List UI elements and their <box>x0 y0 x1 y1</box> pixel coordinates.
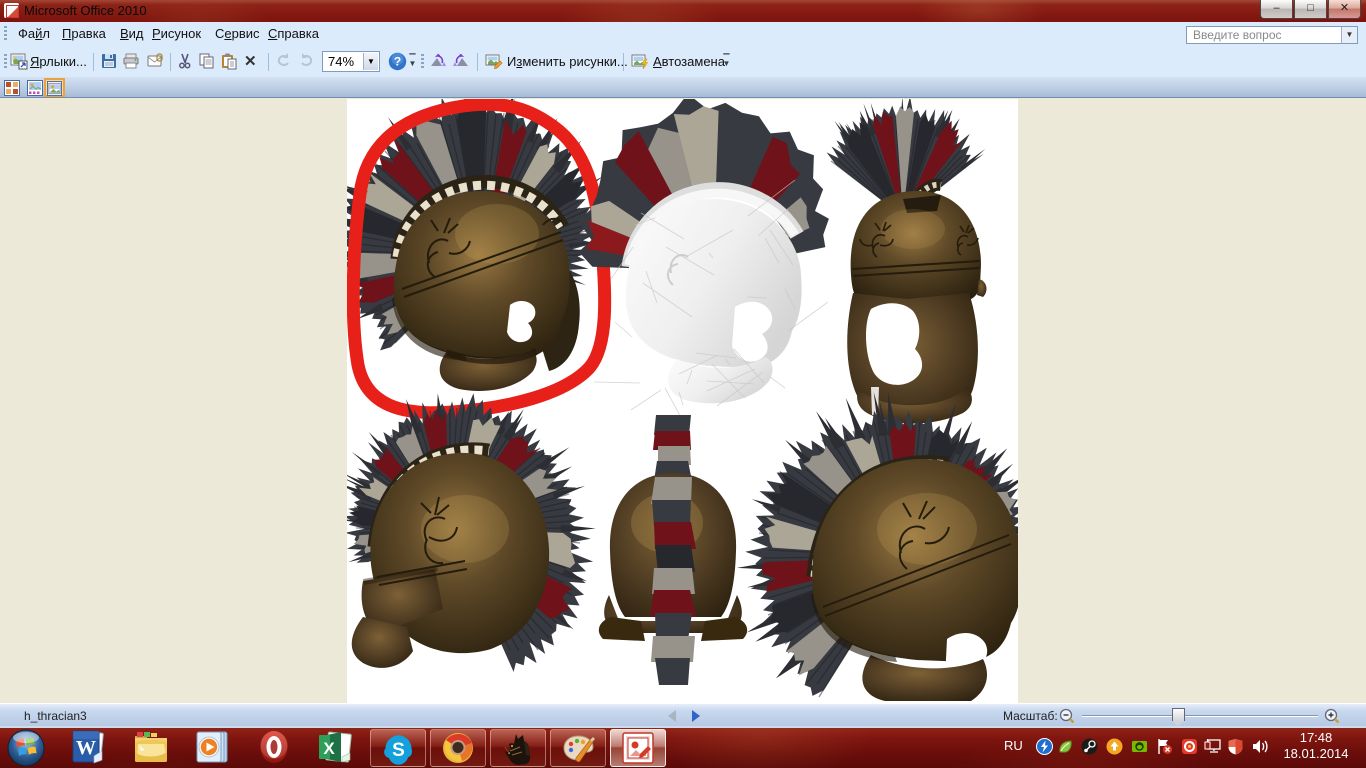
svg-text:X: X <box>323 739 335 758</box>
svg-text:W: W <box>76 737 96 759</box>
svg-text:S: S <box>392 740 405 761</box>
svg-text:?: ? <box>394 55 401 69</box>
